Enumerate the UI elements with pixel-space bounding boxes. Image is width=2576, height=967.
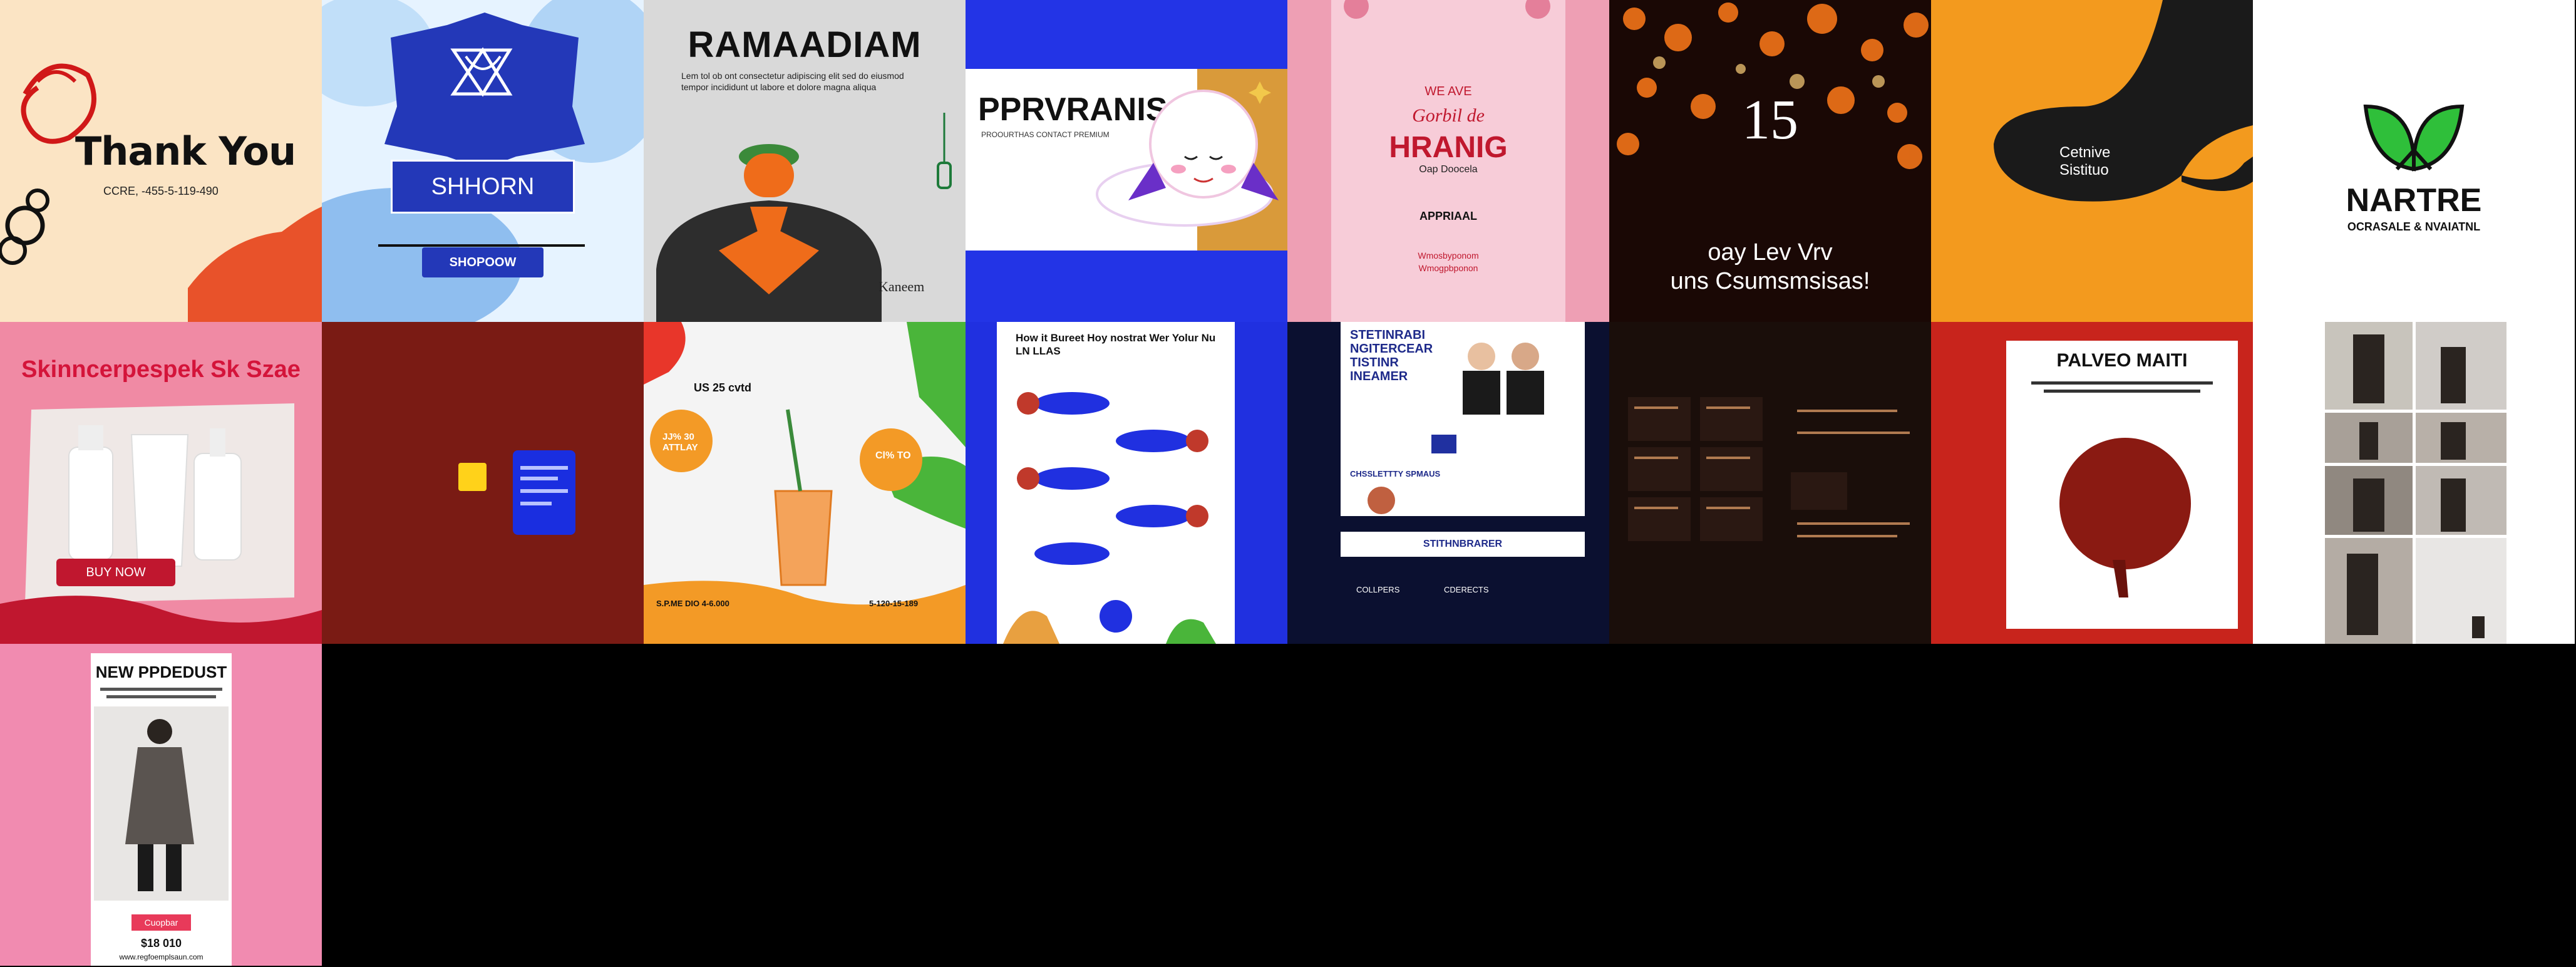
skincare-buy-button-label: BUY NOW [86,566,146,579]
template-pprvranis[interactable]: PPRVRANIS PROOURTHAS CONTACT PREMIUM [966,0,1287,322]
wedding-top: WE AVE [1425,85,1472,98]
dark-grid-panels [1628,397,1910,541]
fashion-collage [2325,322,2506,644]
juice-footer-left: S.P.ME DIO 4-6.000 [656,599,729,608]
new-product-web: www.regfoemplsaun.com [119,953,204,961]
wedding-name: HRANIG [1389,131,1508,164]
juice-tag2: Cl% TO [875,450,911,461]
cloud-character [1096,81,1279,227]
juice-tag1: JJ% 30 ATTLAY [662,432,698,453]
praying-figure [656,113,952,322]
shhorn-banner: SHHORN [391,160,575,214]
template-palveo[interactable]: PALVEO MAITI [1931,322,2253,644]
webinar-contact1: COLLPERS [1356,585,1400,594]
new-product-badge-text: Cuopbar [144,918,178,928]
webinar-speakers [1368,343,1544,514]
wedding-web: Wmogpbponon [1418,263,1478,273]
template-shhorn[interactable]: SHHORN SHOPOOW [322,0,644,322]
template-infographic[interactable]: How it Bureet Hoy nostrat Wer Yolur Nu L… [966,322,1287,644]
webinar-contact2: CDERECTS [1444,585,1489,594]
skincare-buy-button[interactable]: BUY NOW [56,559,175,586]
shhorn-shop-button-label: SHOPOOW [449,256,517,269]
juice-footer-right: 5-120-15-189 [869,599,919,608]
shhorn-shop-button[interactable]: SHOPOOW [422,247,544,277]
webinar-bar-text: STITHNBRARER [1423,539,1503,549]
creative-line1: Cetnive [2059,144,2111,161]
template-creative[interactable]: Cetnive Sistituo [1931,0,2253,322]
webinar-bio: CHSSLETTTY SPMAUS [1350,469,1441,478]
wedding-approval: APPRIAAL [1419,210,1477,222]
bokeh-line1: oay Lev Vrv [1708,239,1833,266]
wedding-script: Gorbil de [1412,105,1485,126]
template-maroon-card[interactable] [322,322,644,644]
template-dark-grid[interactable] [1609,322,1931,644]
bokeh-line2: uns Csumsmsisas! [1670,268,1870,294]
template-juice[interactable]: US 25 cvtd JJ% 30 ATTLAY Cl% TO S.P.ME D… [644,322,966,644]
template-webinar[interactable]: STETINRABI NGITERCEAR TISTINR INEAMER CH… [1287,322,1609,644]
maroon-blue-card [513,450,575,535]
juice-illustration [644,322,966,644]
template-nartre[interactable]: NARTRE OCRASALE & NVAIATNL [2253,0,2575,322]
new-product-badge: Cuopbar [131,914,191,931]
template-collage[interactable] [2253,322,2575,644]
webinar-bar: STITHNBRARER [1341,532,1585,557]
wedding-sub: Oap Doocela [1419,164,1478,175]
new-product-price: $18 010 [140,937,182,949]
template-new-product[interactable]: NEW PPDEDUST Cuopbar $18 010 www.regfoem… [0,644,322,966]
palveo-ball [2031,381,2213,597]
nartre-title: NARTRE [2346,182,2482,219]
template-thank-you[interactable]: Thank You CCRE, -455-5-119-490 [0,0,322,322]
wedding-contact: Wmosbyponom [1418,251,1479,261]
thank-you-sub: CCRE, -455-5-119-490 [103,185,219,197]
template-skincare[interactable]: Skinncerpespek Sk Szae BUY NOW [0,322,322,644]
shhorn-banner-text: SHHORN [431,173,535,200]
template-ramadan[interactable]: RAMAADIAM Lem tol ob ont consectetur adi… [644,0,966,322]
maroon-chip [458,463,487,491]
bokeh-number: 15 [1742,89,1798,151]
skincare-products [0,403,322,644]
infographic-steps [1003,392,1216,644]
juice-promo: US 25 cvtd [694,381,752,394]
template-bokeh[interactable]: 15 oay Lev Vrv uns Csumsmsisas! [1609,0,1931,322]
ramadan-signature: Kaneem [878,279,925,294]
nartre-sub: OCRASALE & NVAIATNL [2347,220,2481,233]
template-gallery: Thank You CCRE, -455-5-119-490 SHHORN SH… [0,0,2576,967]
template-wedding[interactable]: WE AVE Gorbil de HRANIG Oap Doocela APPR… [1287,0,1609,322]
leaf-logo [2363,104,2465,172]
thank-you-title: Thank You [75,128,296,174]
creative-line2: Sistituo [2059,162,2109,178]
